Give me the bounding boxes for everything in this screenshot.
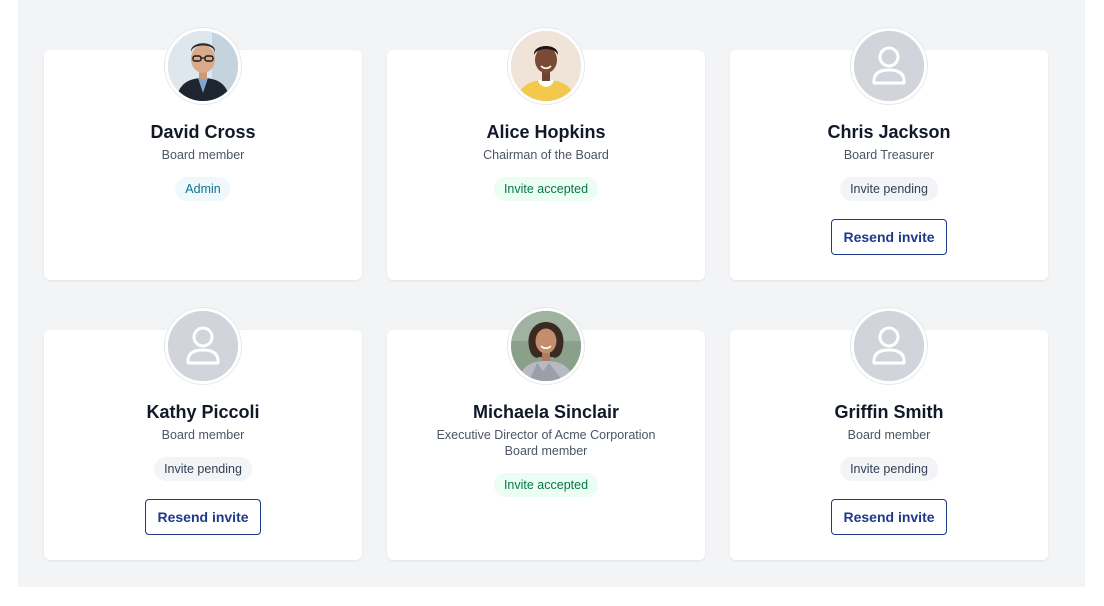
- user-placeholder-icon: [854, 311, 924, 381]
- member-name: David Cross: [150, 122, 256, 142]
- person-photo-icon: [511, 31, 581, 101]
- user-placeholder-icon: [854, 31, 924, 101]
- member-name: Chris Jackson: [827, 122, 951, 142]
- avatar: [851, 28, 927, 104]
- member-role: Board member: [161, 148, 245, 162]
- resend-invite-button[interactable]: Resend invite: [831, 499, 947, 535]
- member-role: Board Treasurer: [843, 148, 935, 162]
- status-badge: Invite accepted: [493, 473, 599, 497]
- status-badge: Invite pending: [154, 457, 252, 481]
- member-card: Michaela Sinclair Executive Director of …: [387, 308, 705, 560]
- person-photo-icon: [511, 311, 581, 381]
- user-placeholder-icon: [168, 311, 238, 381]
- avatar: [508, 308, 584, 384]
- avatar: [165, 28, 241, 104]
- status-badge: Invite accepted: [493, 177, 599, 201]
- status-badge: Invite pending: [840, 457, 938, 481]
- person-photo-icon: [168, 31, 238, 101]
- member-name: Michaela Sinclair: [472, 402, 620, 422]
- member-role: Board member: [847, 428, 931, 442]
- resend-invite-button[interactable]: Resend invite: [145, 499, 261, 535]
- members-panel: David Cross Board member Admin Alice Hop…: [18, 0, 1085, 587]
- member-role: Board member: [161, 428, 245, 442]
- avatar: [508, 28, 584, 104]
- member-name: Kathy Piccoli: [146, 402, 260, 422]
- member-role: Chairman of the Board: [483, 148, 609, 162]
- avatar: [851, 308, 927, 384]
- member-name: Griffin Smith: [834, 402, 944, 422]
- status-badge: Invite pending: [840, 177, 938, 201]
- member-card: David Cross Board member Admin: [44, 28, 362, 280]
- member-card: Chris Jackson Board Treasurer Invite pen…: [730, 28, 1048, 280]
- member-title-line: Board member: [504, 444, 588, 458]
- member-card: Kathy Piccoli Board member Invite pendin…: [44, 308, 362, 560]
- member-card: Griffin Smith Board member Invite pendin…: [730, 308, 1048, 560]
- member-name: Alice Hopkins: [486, 122, 606, 142]
- status-badge: Admin: [175, 177, 231, 201]
- member-title-line: Executive Director of Acme Corporation: [436, 428, 656, 442]
- member-card: Alice Hopkins Chairman of the Board Invi…: [387, 28, 705, 280]
- member-role: Executive Director of Acme Corporation B…: [387, 427, 705, 459]
- avatar: [165, 308, 241, 384]
- resend-invite-button[interactable]: Resend invite: [831, 219, 947, 255]
